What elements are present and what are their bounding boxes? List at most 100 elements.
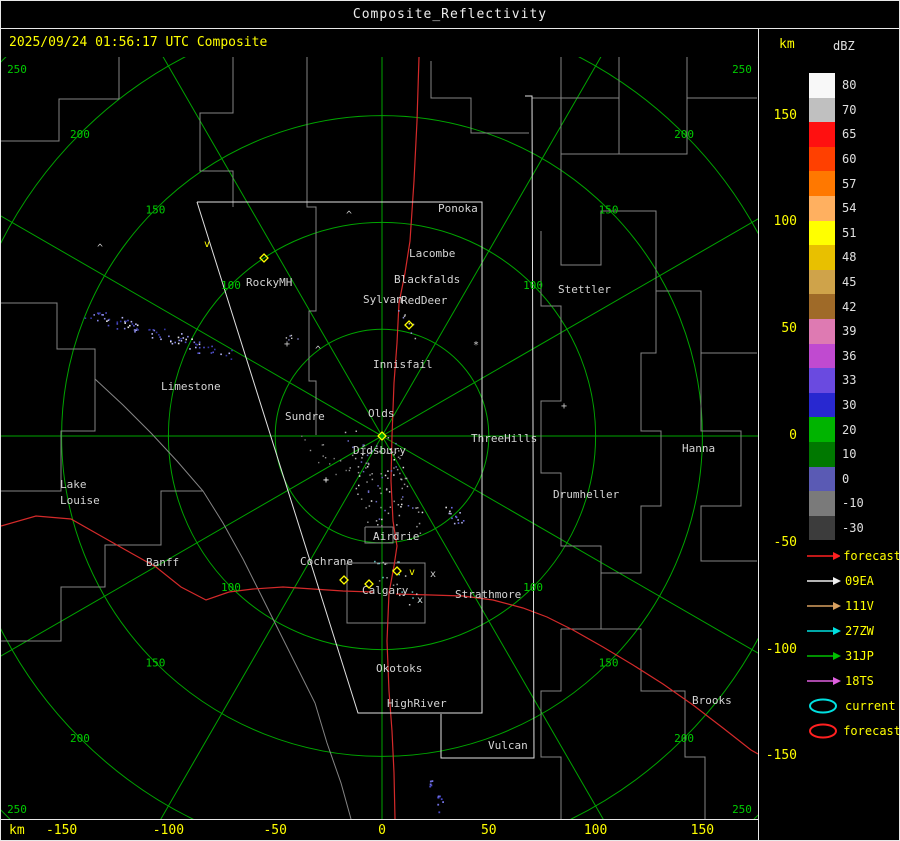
colorbar-swatch bbox=[809, 146, 835, 172]
echo-speckle bbox=[197, 352, 199, 354]
map-marker: v bbox=[409, 567, 415, 578]
echo-speckle bbox=[220, 353, 222, 356]
echo-speckle bbox=[400, 478, 403, 481]
echo-speckle bbox=[381, 518, 383, 521]
echo-speckle bbox=[387, 437, 390, 439]
echo-speckle bbox=[371, 473, 373, 475]
echo-speckle bbox=[318, 461, 320, 464]
echo-speckle bbox=[365, 467, 367, 469]
legend-item-forecast: forecast bbox=[806, 543, 900, 568]
city-label-Lacombe: Lacombe bbox=[409, 247, 455, 260]
echo-speckle bbox=[448, 512, 451, 515]
right-axis-tick: 0 bbox=[789, 428, 797, 443]
echo-speckle bbox=[207, 346, 210, 349]
echo-speckle bbox=[339, 460, 342, 462]
echo-speckle bbox=[429, 783, 432, 786]
echo-speckle bbox=[457, 522, 460, 524]
echo-speckle bbox=[412, 507, 414, 509]
colorbar-swatch bbox=[809, 294, 835, 319]
colorbar-entry: 80 bbox=[809, 73, 897, 98]
city-label-Vulcan: Vulcan bbox=[488, 739, 528, 752]
echo-speckle bbox=[119, 320, 122, 323]
echo-speckle bbox=[362, 470, 365, 473]
echo-speckle bbox=[365, 462, 367, 464]
colorbar-entry: 33 bbox=[809, 368, 897, 393]
colorbar-entry: -10 bbox=[809, 491, 897, 516]
echo-speckle bbox=[402, 317, 405, 319]
legend-label: 09EA bbox=[845, 573, 874, 588]
boundary-line bbox=[561, 291, 662, 630]
range-ring-label: 250 bbox=[732, 803, 752, 816]
echo-speckle bbox=[123, 327, 126, 330]
echo-speckle bbox=[358, 475, 361, 477]
city-label-Didsbury: Didsbury bbox=[353, 444, 406, 457]
range-ring-label: 200 bbox=[674, 128, 694, 141]
city-label-Banff: Banff bbox=[146, 556, 179, 569]
echo-speckle bbox=[181, 333, 183, 335]
colorbar-entry: 36 bbox=[809, 343, 897, 369]
echo-speckle bbox=[382, 561, 384, 564]
boundary-line bbox=[532, 57, 562, 99]
echo-speckle bbox=[105, 312, 107, 314]
echo-speckle bbox=[135, 329, 137, 331]
echo-speckle bbox=[414, 337, 417, 340]
echo-speckle bbox=[415, 507, 417, 509]
echo-speckle bbox=[384, 509, 386, 512]
map-marker: ^ bbox=[346, 210, 352, 221]
echo-speckle bbox=[174, 341, 176, 344]
echo-speckle bbox=[401, 487, 403, 490]
echo-speckle bbox=[378, 580, 381, 582]
echo-speckle bbox=[445, 506, 447, 509]
echo-speckle bbox=[211, 345, 213, 348]
colorbar-entry: 20 bbox=[809, 417, 897, 442]
echo-speckle bbox=[97, 319, 99, 322]
colorbar-value: 39 bbox=[842, 324, 857, 339]
echo-speckle bbox=[102, 314, 104, 316]
echo-speckle bbox=[449, 510, 451, 513]
echo-speckle bbox=[90, 317, 92, 319]
city-label-RedDeer: RedDeer bbox=[401, 294, 448, 307]
range-ring-label: 100 bbox=[523, 279, 543, 292]
echo-speckle bbox=[361, 457, 363, 459]
legend-label: 18TS bbox=[845, 673, 874, 688]
echo-speckle bbox=[297, 338, 299, 340]
range-ring-label: 200 bbox=[70, 732, 90, 745]
echo-speckle bbox=[322, 444, 325, 446]
echo-speckle bbox=[457, 519, 459, 521]
echo-speckle bbox=[324, 457, 327, 459]
echo-speckle bbox=[404, 575, 407, 577]
track-arrow-icon bbox=[807, 626, 841, 635]
echo-speckle bbox=[389, 506, 392, 508]
echo-speckle bbox=[195, 343, 197, 345]
boundary-line bbox=[199, 57, 234, 207]
colorbar-entry: 39 bbox=[809, 318, 897, 344]
echo-speckle bbox=[136, 327, 138, 330]
legend-item-current: current bbox=[806, 693, 899, 718]
echo-speckle bbox=[228, 352, 231, 355]
echo-speckle bbox=[335, 473, 337, 476]
echo-speckle bbox=[418, 522, 421, 525]
legend-label: forecast bbox=[843, 548, 900, 563]
echo-speckle bbox=[421, 511, 424, 514]
echo-speckle bbox=[355, 430, 357, 432]
radar-map[interactable]: 100 100 100 100 150 150 150 150 200 200 200 200 250 2… bbox=[1, 57, 758, 819]
boundary-line bbox=[306, 57, 317, 233]
echo-speckle bbox=[400, 506, 402, 508]
echo-speckle bbox=[345, 469, 347, 472]
right-axis-unit: km bbox=[779, 37, 795, 52]
colorbar-value: 60 bbox=[842, 152, 857, 167]
echo-speckle bbox=[214, 348, 216, 351]
echo-speckle bbox=[393, 474, 395, 476]
echo-speckle bbox=[177, 336, 180, 339]
colorbar-unit: dBZ bbox=[833, 39, 855, 53]
bottom-axis-tick: -100 bbox=[152, 823, 185, 838]
city-label-RockyMH: RockyMH bbox=[246, 276, 292, 289]
colorbar-swatch bbox=[809, 171, 835, 196]
map-marker: ^ bbox=[315, 345, 321, 356]
range-ring-label: 200 bbox=[674, 732, 694, 745]
city-label-Okotoks: Okotoks bbox=[376, 662, 422, 675]
echo-speckle bbox=[368, 505, 371, 507]
range-ring-label: 150 bbox=[146, 657, 166, 670]
city-label-Limestone: Limestone bbox=[161, 380, 221, 393]
echo-speckle bbox=[191, 338, 193, 340]
